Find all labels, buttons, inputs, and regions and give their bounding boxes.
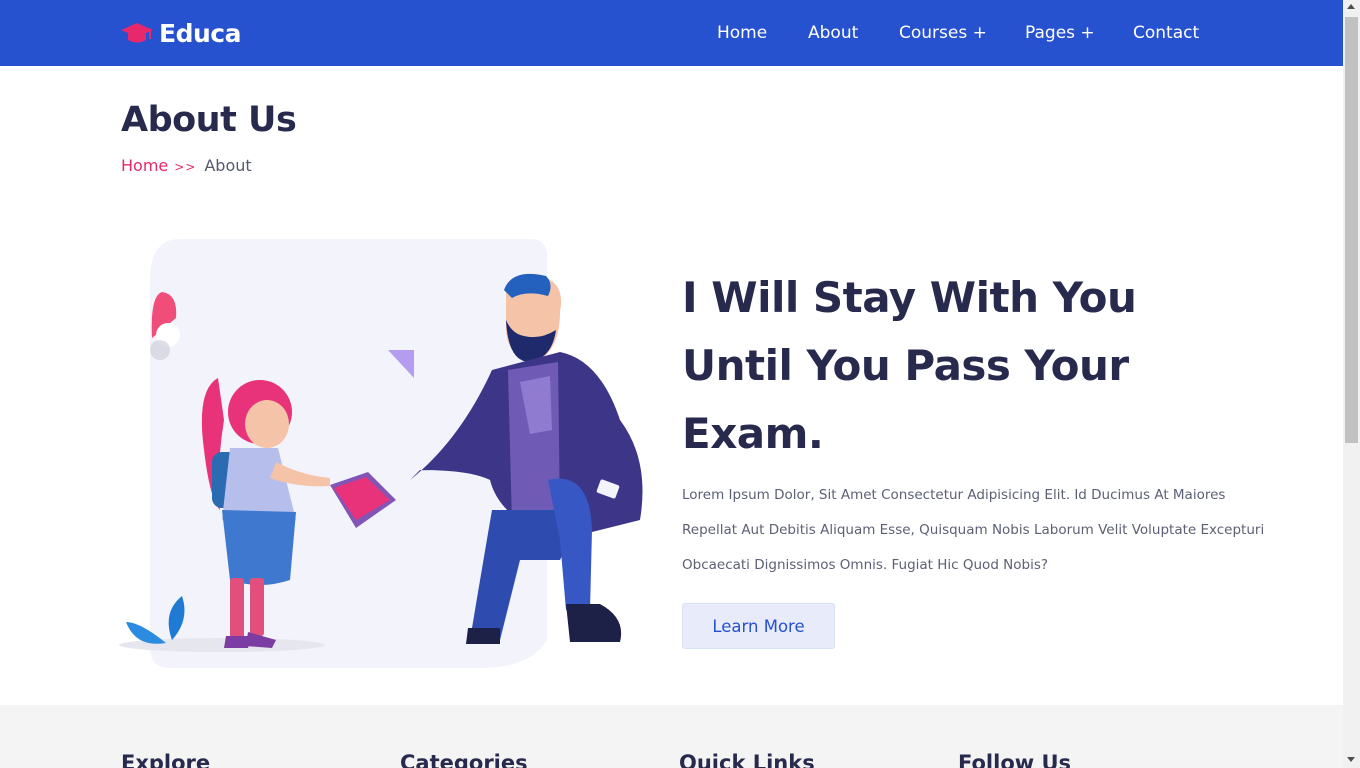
breadcrumb: Home >> About	[121, 156, 252, 177]
brand-name: Educa	[159, 18, 241, 48]
learn-more-button[interactable]: Learn More	[682, 603, 835, 649]
footer-heading-quick-links: Quick Links	[679, 751, 815, 768]
footer: Explore Categories Quick Links Follow Us	[0, 705, 1343, 768]
page-title: About Us	[121, 100, 297, 140]
nav-pages[interactable]: Pages +	[1025, 22, 1095, 44]
nav-contact[interactable]: Contact	[1133, 22, 1199, 44]
teacher-student-illustration	[119, 239, 643, 668]
footer-heading-categories: Categories	[400, 751, 528, 768]
top-navbar: Educa Home About Courses + Pages + Conta…	[0, 0, 1343, 66]
breadcrumb-separator: >>	[174, 160, 197, 174]
vertical-scrollbar[interactable]	[1343, 0, 1360, 768]
scroll-down-arrow-icon[interactable]	[1347, 757, 1355, 762]
footer-heading-follow-us: Follow Us	[958, 751, 1072, 768]
footer-heading-explore: Explore	[121, 751, 211, 768]
breadcrumb-current: About	[204, 156, 252, 175]
breadcrumb-home-link[interactable]: Home	[121, 156, 168, 175]
graduation-cap-icon	[121, 23, 153, 43]
nav-about[interactable]: About	[808, 22, 858, 44]
scroll-up-arrow-icon[interactable]	[1347, 4, 1355, 9]
nav-home[interactable]: Home	[717, 22, 767, 44]
about-headline: I Will Stay With You Until You Pass Your…	[682, 273, 1137, 458]
nav-courses[interactable]: Courses +	[899, 22, 987, 44]
brand-logo[interactable]: Educa	[121, 17, 241, 49]
about-description: Lorem Ipsum Dolor, Sit Amet Consectetur …	[682, 487, 1265, 573]
scrollbar-thumb[interactable]	[1345, 17, 1358, 443]
